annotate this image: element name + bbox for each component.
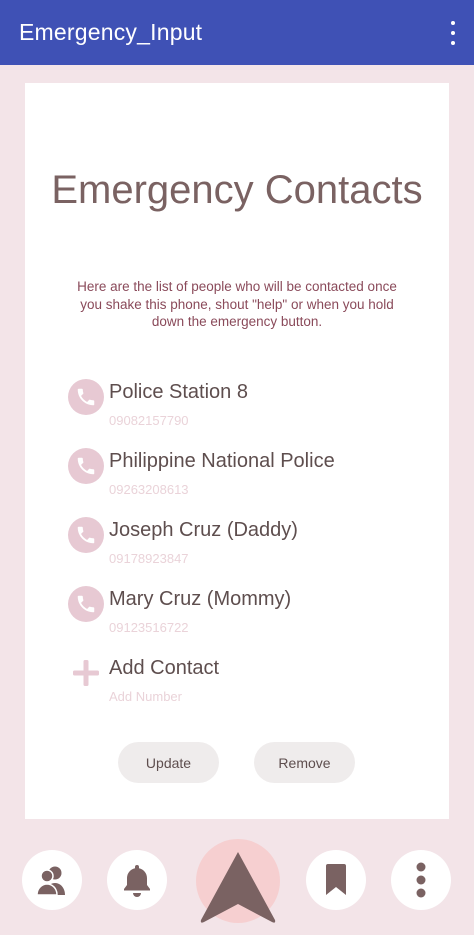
contacts-icon[interactable] (22, 850, 82, 910)
phone-icon[interactable] (68, 586, 104, 622)
add-contact-item[interactable]: Add Contact Add Number (68, 655, 428, 715)
remove-button[interactable]: Remove (254, 742, 355, 783)
app-title: Emergency_Input (19, 19, 203, 45)
contact-name[interactable]: Police Station 8 (109, 381, 248, 404)
contact-item[interactable]: Joseph Cruz (Daddy) 09178923847 (68, 517, 428, 577)
app-bar: Emergency_Input (0, 0, 474, 65)
contact-name[interactable]: Mary Cruz (Mommy) (109, 588, 291, 611)
contact-number[interactable]: 09178923847 (109, 551, 189, 566)
phone-icon[interactable] (68, 379, 104, 415)
contacts-card: Emergency Contacts Here are the list of … (25, 83, 449, 819)
page-description: Here are the list of people who will be … (77, 279, 397, 329)
add-contact-number-field[interactable]: Add Number (109, 689, 182, 704)
phone-icon[interactable] (68, 517, 104, 553)
contact-number[interactable]: 09082157790 (109, 413, 189, 428)
bell-icon[interactable] (107, 850, 167, 910)
add-contact-name-field[interactable]: Add Contact (109, 657, 219, 680)
contact-name[interactable]: Joseph Cruz (Daddy) (109, 519, 298, 542)
contact-number[interactable]: 09123516722 (109, 620, 189, 635)
update-button[interactable]: Update (118, 742, 219, 783)
more-vert-icon[interactable] (446, 21, 460, 45)
more-vert-icon[interactable] (391, 850, 451, 910)
contact-number[interactable]: 09263208613 (109, 482, 189, 497)
navigation-arrow-icon[interactable] (197, 850, 279, 931)
page-title: Emergency Contacts (51, 168, 423, 212)
contact-item[interactable]: Philippine National Police 09263208613 (68, 448, 428, 508)
contact-item[interactable]: Mary Cruz (Mommy) 09123516722 (68, 586, 428, 646)
contact-name[interactable]: Philippine National Police (109, 450, 335, 473)
phone-icon[interactable] (68, 448, 104, 484)
contact-item[interactable]: Police Station 8 09082157790 (68, 379, 428, 439)
bookmark-icon[interactable] (306, 850, 366, 910)
plus-icon[interactable] (68, 655, 104, 691)
